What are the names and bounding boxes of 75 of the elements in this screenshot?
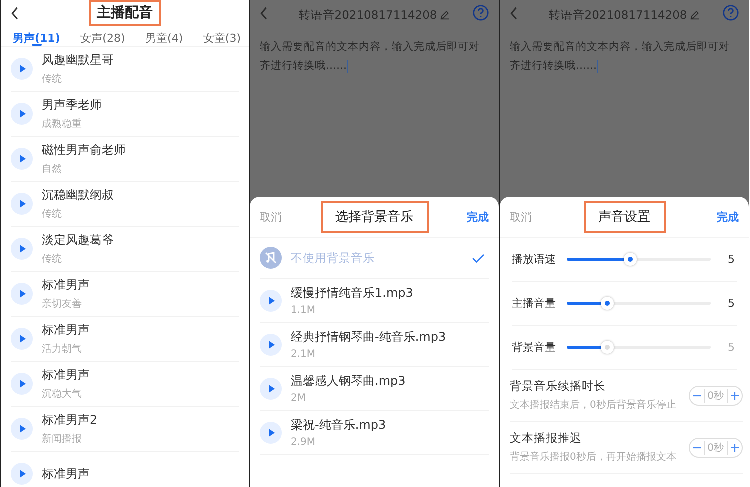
document-title: 转语音20210817114208 [548,8,688,22]
slider-value: 5 [728,253,735,266]
back-icon[interactable] [11,7,19,20]
document-title: 转语音20210817114208 [298,8,438,22]
voice-style: 传统 [42,72,63,86]
category-tab[interactable]: 女声(28) [80,26,126,46]
voice-name: 标准男声 [42,367,90,384]
track-size: 2M [291,393,307,404]
play-icon[interactable] [11,373,33,395]
play-icon[interactable] [11,193,33,215]
track-name[interactable]: 经典抒情钢琴曲-纯音乐.mp3 [291,329,446,346]
slider-value: 5 [728,297,735,310]
cancel-button[interactable]: 取消 [260,208,282,226]
stepper-control[interactable]: 0秒 [688,386,743,406]
voice-name: 男声季老师 [42,97,102,114]
voice-style: 活力朝气 [42,342,83,356]
track-name[interactable]: 温馨感人钢琴曲.mp3 [291,373,406,390]
setting-hint: 文本播报结束后，0秒后背景音乐停止 [510,398,678,412]
play-icon[interactable] [260,334,282,356]
cancel-button[interactable]: 取消 [510,208,532,226]
track-size: 1.1M [291,305,317,316]
plus-icon[interactable] [731,392,739,400]
checkmark-icon [472,254,485,262]
voice-style: 传统 [42,208,63,221]
play-icon[interactable] [11,283,33,305]
sheet-title: 选择背景音乐 [320,201,428,233]
voice-style: 自然 [42,163,63,176]
setting-label: 主播音量 [512,296,557,311]
category-tab[interactable]: 男童(4) [146,26,184,46]
setting-hint: 背景音乐播报0秒后，再开始播报文本 [510,450,678,464]
voice-style: 成熟稳重 [42,118,83,131]
plus-icon[interactable] [731,444,739,452]
voice-name: 标准男声 [42,466,90,482]
setting-label: 背景音乐续播时长 [510,379,607,394]
voice-name: 风趣幽默星哥 [42,52,114,69]
voice-style: 新闻播报 [42,432,83,446]
done-button[interactable]: 完成 [717,208,739,226]
text-input-field[interactable]: 输入需要配音的文本内容，输入完成后即可对齐进行转换哦…… [250,28,499,86]
done-button[interactable]: 完成 [467,208,489,226]
play-icon[interactable] [11,328,33,350]
voice-name: 沉稳幽默纲叔 [42,187,114,204]
setting-label: 背景音量 [512,340,557,355]
muted-music-icon [260,247,282,269]
voice-style: 传统 [42,252,63,266]
stepper-control[interactable]: 0秒 [688,438,743,458]
play-icon[interactable] [11,148,33,170]
track-size: 2.1M [291,349,317,360]
slider-value: 5 [728,341,735,354]
play-icon[interactable] [11,238,33,260]
play-icon[interactable] [260,290,282,312]
play-icon[interactable] [260,378,282,400]
track-name[interactable]: 缓慢抒情纯音乐1.mp3 [291,285,414,302]
voice-name: 标准男声 [42,322,90,339]
play-icon[interactable] [11,418,33,440]
track-name[interactable]: 梁祝-纯音乐.mp3 [291,417,386,434]
voice-style: 亲切友善 [42,298,83,311]
play-icon[interactable] [11,58,33,80]
play-icon[interactable] [11,103,33,125]
pencil-icon[interactable] [440,10,450,20]
voice-name: 标准男声2 [42,412,98,429]
voice-name: 标准男声 [42,277,90,294]
voice-style: 沉稳大气 [42,388,83,401]
setting-label: 播放语速 [512,252,557,267]
voice-name: 淡定风趣葛爷 [42,232,114,249]
setting-label: 文本播报推迟 [510,431,583,446]
voice-name: 磁性男声俞老师 [42,142,126,159]
page-title: 主播配音 [89,0,161,26]
pencil-icon[interactable] [690,10,700,20]
sheet-title: 声音设置 [584,201,666,233]
track-size: 2.9M [291,437,317,448]
category-tab[interactable]: 女童(3) [203,26,241,46]
play-icon[interactable] [260,422,282,444]
play-icon[interactable] [11,463,33,485]
category-tab[interactable]: 男声(11) [13,26,60,46]
text-input-field[interactable]: 输入需要配音的文本内容，输入完成后即可对齐进行转换哦…… [500,28,749,86]
